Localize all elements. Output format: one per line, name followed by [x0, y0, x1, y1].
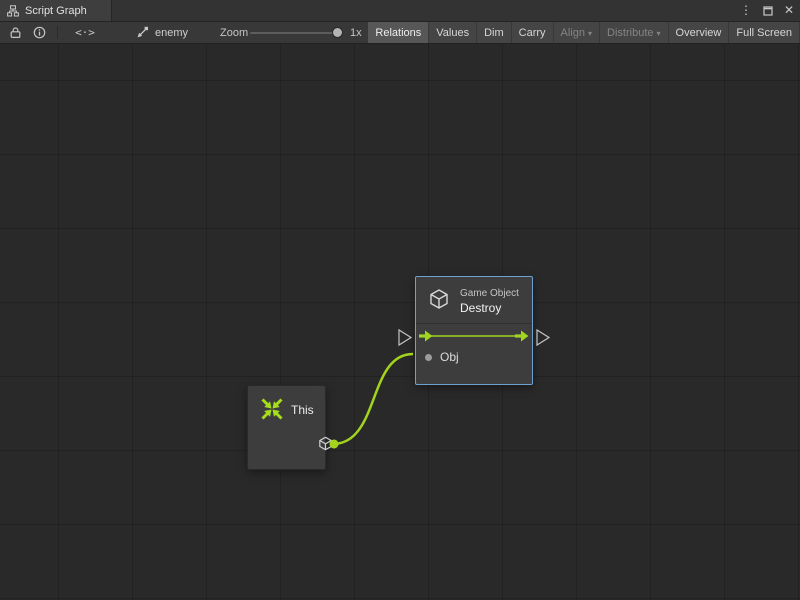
lock-button[interactable] — [4, 22, 26, 43]
zoom-slider[interactable] — [250, 22, 346, 43]
script-graph-icon — [7, 5, 19, 17]
relations-button[interactable]: Relations — [368, 22, 428, 43]
align-dropdown-label: Align — [561, 27, 585, 39]
lock-icon — [9, 26, 22, 39]
chevron-down-icon: ▾ — [657, 29, 661, 38]
code-toggle-button[interactable]: <·> — [70, 22, 100, 43]
port-label: Obj — [440, 350, 459, 364]
node-title: Destroy — [460, 301, 501, 315]
cube-icon — [318, 436, 333, 451]
zoom-slider-track[interactable] — [250, 32, 338, 34]
title-bar: Script Graph ⋮ ✕ — [0, 0, 800, 22]
obj-input-port[interactable]: Obj — [425, 349, 459, 365]
node-this[interactable]: This — [247, 385, 326, 470]
toolbar-buttons: Relations Values Dim Carry Align ▾ Distr… — [368, 22, 799, 43]
port-dot-icon — [425, 354, 432, 361]
align-dropdown[interactable]: Align ▾ — [554, 22, 599, 43]
relations-button-label: Relations — [375, 27, 421, 39]
tab-script-graph[interactable]: Script Graph — [0, 0, 112, 21]
control-input-port[interactable] — [399, 330, 411, 345]
tab-title: Script Graph — [25, 5, 87, 17]
graph-toolbar: <·> enemy Zoom 1x Relations Values Dim C… — [0, 22, 800, 44]
graph-owner[interactable]: enemy — [136, 22, 188, 43]
fullscreen-button-label: Full Screen — [736, 27, 792, 39]
close-button[interactable]: ✕ — [784, 0, 794, 21]
node-destroy[interactable]: Game Object Destroy Obj — [415, 276, 533, 385]
overview-button-label: Overview — [676, 27, 722, 39]
distribute-dropdown[interactable]: Distribute ▾ — [600, 22, 667, 43]
info-button[interactable] — [28, 22, 50, 43]
graph-name: enemy — [155, 27, 188, 39]
values-button[interactable]: Values — [429, 22, 476, 43]
zoom-slider-handle[interactable] — [332, 27, 343, 38]
info-icon — [33, 26, 46, 39]
fullscreen-button[interactable]: Full Screen — [729, 22, 799, 43]
node-header-divider — [416, 323, 532, 324]
control-output-port[interactable] — [537, 330, 549, 345]
connection-edge[interactable] — [334, 354, 413, 444]
overview-button[interactable]: Overview — [669, 22, 729, 43]
values-button-label: Values — [436, 27, 469, 39]
carry-button-label: Carry — [519, 27, 546, 39]
menu-button[interactable]: ⋮ — [740, 0, 752, 21]
carry-button[interactable]: Carry — [512, 22, 553, 43]
graph-canvas[interactable]: This Game Object Destroy — [0, 44, 800, 600]
distribute-dropdown-label: Distribute — [607, 27, 653, 39]
node-category: Game Object — [460, 288, 519, 299]
dim-button-label: Dim — [484, 27, 504, 39]
zoom-label: Zoom — [220, 22, 248, 43]
node-title: This — [291, 403, 314, 417]
zoom-value: 1x — [350, 22, 362, 43]
toolbar-separator — [57, 26, 58, 39]
code-icon: <·> — [75, 26, 95, 39]
dim-button[interactable]: Dim — [477, 22, 511, 43]
window-controls: ⋮ ✕ — [740, 0, 794, 21]
maximize-button[interactable] — [763, 6, 773, 16]
graph-owner-icon — [136, 26, 149, 39]
connections-overlay — [0, 44, 800, 600]
chevron-down-icon: ▾ — [588, 29, 592, 38]
